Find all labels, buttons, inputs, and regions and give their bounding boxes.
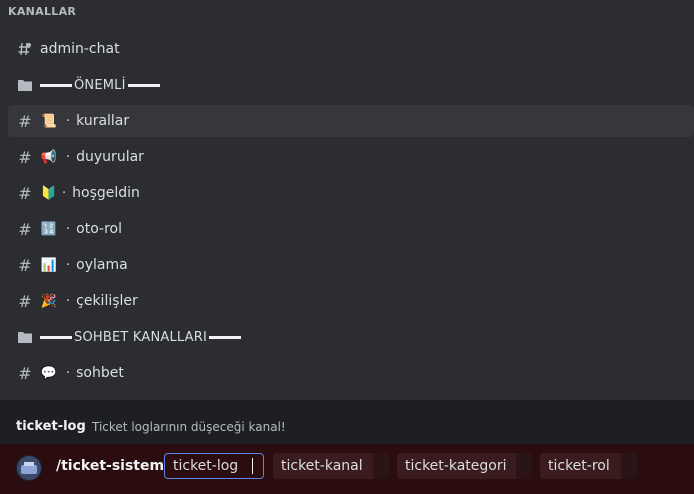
slash-command-input[interactable]: /ticket-sistemi ticket-log ticket-kanal … xyxy=(0,444,694,494)
separator-dot: · xyxy=(62,185,67,201)
hash-lock-icon xyxy=(18,42,32,56)
divider-line xyxy=(40,335,72,339)
option-ticket-log[interactable]: ticket-log xyxy=(164,453,264,479)
command-name: /ticket-sistemi xyxy=(56,458,169,474)
option-label: ticket-rol xyxy=(548,458,610,474)
channel-name: hoşgeldin xyxy=(72,185,140,201)
channel-item-sohbet[interactable]: # 💬 · sohbet xyxy=(8,357,694,389)
option-label: ticket-kategori xyxy=(405,458,507,474)
separator-dot: · xyxy=(66,149,71,165)
separator-dot: · xyxy=(66,365,71,381)
hash-icon: # xyxy=(18,183,32,203)
option-value-slot xyxy=(621,453,637,479)
bot-avatar xyxy=(16,455,42,481)
separator-dot: · xyxy=(66,257,71,273)
channel-name: sohbet xyxy=(76,365,124,381)
option-value-slot xyxy=(516,453,532,479)
bar-chart-emoji-icon: 📊 xyxy=(40,257,58,273)
divider-line xyxy=(127,83,160,87)
option-ticket-kategori[interactable]: ticket-kategori xyxy=(397,453,532,479)
category-name: ÖNEMLİ xyxy=(74,77,126,93)
channel-name: oylama xyxy=(76,257,128,273)
megaphone-emoji-icon: 📢 xyxy=(40,149,58,165)
folder-icon xyxy=(18,79,32,91)
option-ticket-kanal[interactable]: ticket-kanal xyxy=(273,453,389,479)
separator-dot: · xyxy=(66,221,71,237)
option-label: ticket-log xyxy=(173,458,239,474)
separator-dot: · xyxy=(66,113,71,129)
channel-name: kurallar xyxy=(76,113,130,129)
channel-autocomplete-popup: KANALLAR admin-chat ÖNEMLİ # 📜 · kuralla… xyxy=(0,0,694,400)
party-popper-emoji-icon: 🎉 xyxy=(40,293,58,309)
numbers-emoji-icon: 🔢 xyxy=(40,221,58,237)
hash-icon: # xyxy=(18,291,32,311)
channel-item-cekilisler[interactable]: # 🎉 · çekilişler xyxy=(8,285,694,317)
category-item-sohbet-kanallari[interactable]: SOHBET KANALLARI xyxy=(8,321,694,353)
channel-item-duyurular[interactable]: # 📢 · duyurular xyxy=(8,141,694,173)
channel-item-oto-rol[interactable]: # 🔢 · oto-rol xyxy=(8,213,694,245)
option-value-slot xyxy=(373,453,389,479)
speech-balloon-emoji-icon: 💬 xyxy=(40,365,58,381)
beginner-emoji-icon: 🔰 xyxy=(40,185,58,201)
category-item-onemli[interactable]: ÖNEMLİ xyxy=(8,69,694,101)
channel-name: oto-rol xyxy=(76,221,122,237)
channel-item-kurallar[interactable]: # 📜 · kurallar xyxy=(8,105,694,137)
hash-icon: # xyxy=(18,363,32,383)
channel-name: admin-chat xyxy=(40,41,120,57)
scroll-emoji-icon: 📜 xyxy=(40,113,58,129)
channel-item-admin-chat[interactable]: admin-chat xyxy=(8,33,694,65)
divider-line xyxy=(209,335,242,339)
separator-dot: · xyxy=(66,293,71,309)
channel-item-hosgeldin[interactable]: # 🔰 · hoşgeldin xyxy=(8,177,694,209)
channel-item-oylama[interactable]: # 📊 · oylama xyxy=(8,249,694,281)
category-name: SOHBET KANALLARI xyxy=(74,329,208,345)
divider-line xyxy=(40,83,72,87)
hash-icon: # xyxy=(18,255,32,275)
hint-description: Ticket loglarının düşeceği kanal! xyxy=(92,420,286,434)
hash-icon: # xyxy=(18,111,32,131)
hint-option-name: ticket-log xyxy=(16,419,86,434)
option-ticket-rol[interactable]: ticket-rol xyxy=(540,453,637,479)
folder-icon xyxy=(18,331,32,343)
channel-name: duyurular xyxy=(76,149,144,165)
hash-icon: # xyxy=(18,219,32,239)
text-caret xyxy=(252,458,254,474)
section-title: KANALLAR xyxy=(8,5,77,18)
option-label: ticket-kanal xyxy=(281,458,363,474)
hash-icon: # xyxy=(18,147,32,167)
channel-name: çekilişler xyxy=(76,293,138,309)
